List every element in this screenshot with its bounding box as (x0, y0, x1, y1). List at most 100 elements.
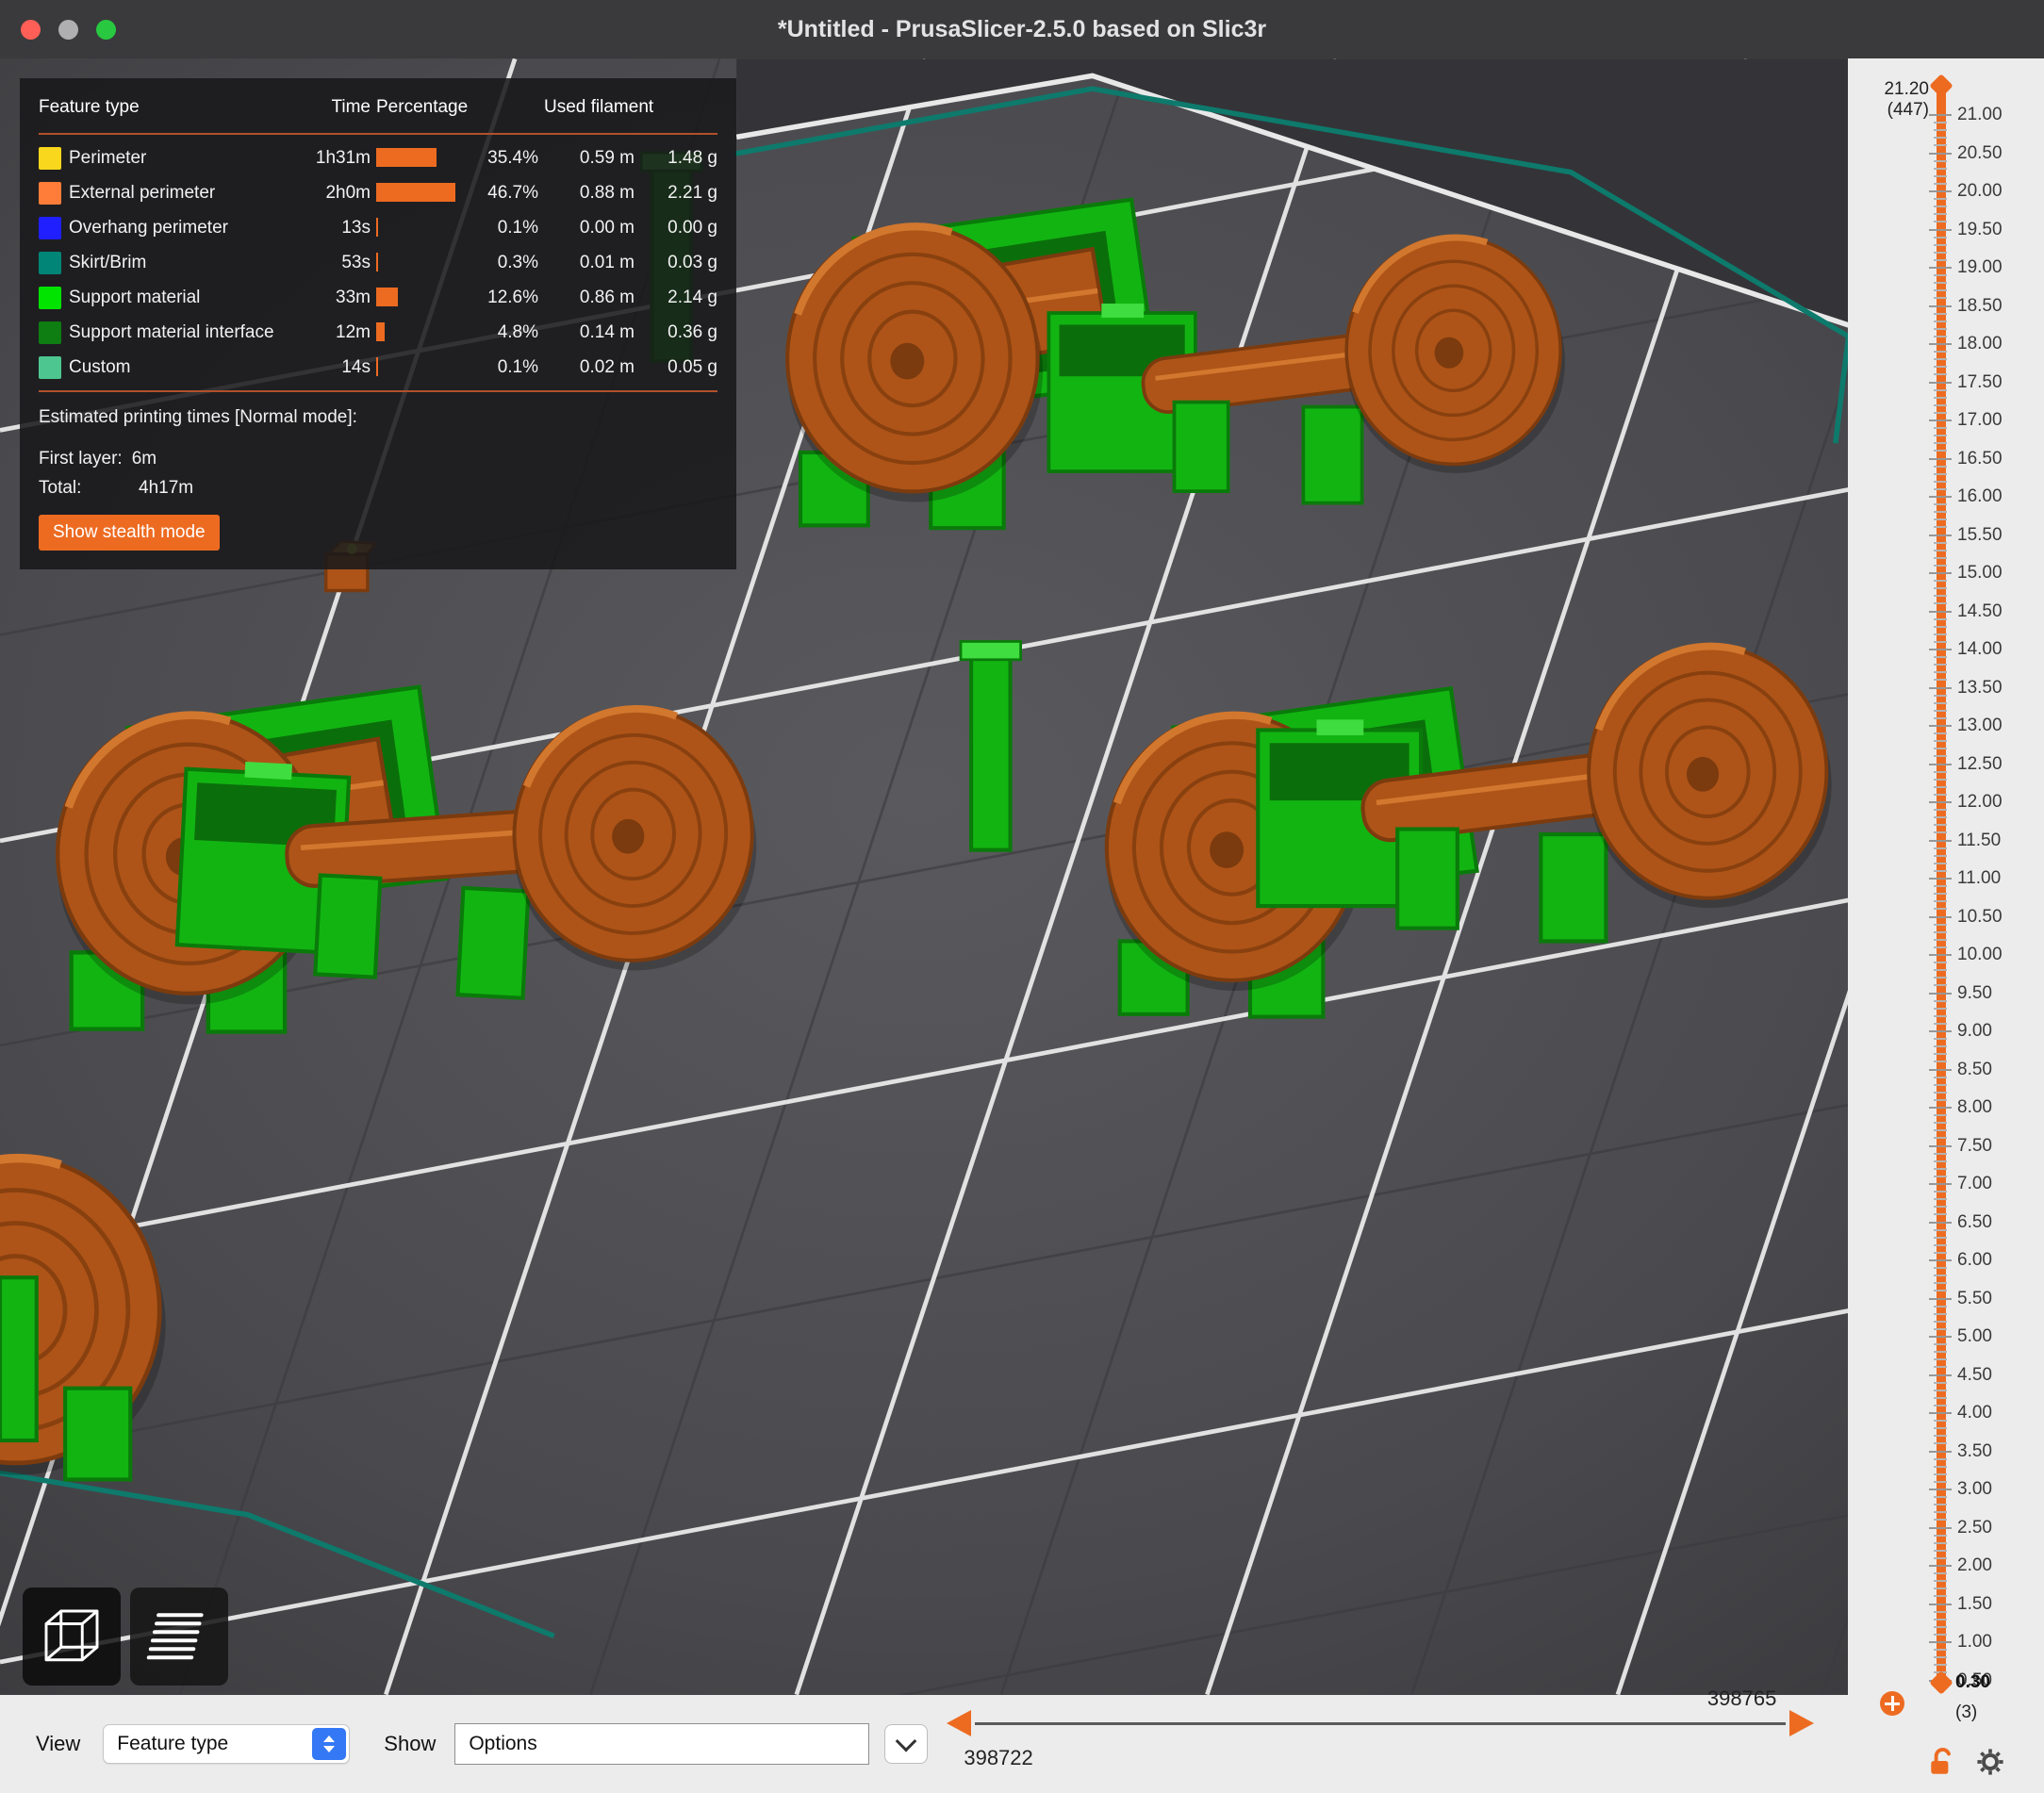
layer-tick-label: 2.00 (1957, 1555, 1992, 1575)
feature-type-label: Support material (69, 287, 201, 307)
gcode-3d-viewport[interactable]: Feature type Time Percentage Used filame… (0, 58, 1848, 1695)
layer-tick-minor (1934, 1618, 1947, 1620)
move-slider-track[interactable] (975, 1722, 1787, 1725)
layer-tick-label: 12.50 (1957, 753, 2003, 774)
layer-tick-minor (1934, 1381, 1947, 1384)
layer-tick-major (1929, 381, 1952, 384)
layer-tick-minor (1934, 1389, 1947, 1391)
layer-tick-major (1929, 534, 1952, 536)
layer-tick-minor (1934, 716, 1947, 719)
layer-tick-minor (1934, 1396, 1947, 1399)
show-options-expand-button[interactable] (884, 1724, 929, 1764)
legend-row[interactable]: Support material 33m 12.6% 0.86 m 2.14 g (39, 280, 717, 315)
view-type-dropdown[interactable]: Feature type (103, 1724, 351, 1764)
legend-row[interactable]: Support material interface 12m 4.8% 0.14 m 0… (39, 315, 717, 350)
layer-tick-label: 8.00 (1957, 1097, 1992, 1117)
layer-tick-minor (1934, 282, 1947, 285)
layer-tick-minor (1934, 1282, 1947, 1285)
layer-tick-minor (1934, 1083, 1947, 1086)
layer-tick-major (1929, 1374, 1952, 1376)
layer-tick-minor (1934, 1549, 1947, 1552)
layer-tick-minor (1934, 511, 1947, 514)
layer-tick-minor (1934, 403, 1947, 406)
layer-tick-minor (1934, 174, 1947, 177)
layer-tick-minor (1934, 251, 1947, 254)
layer-tick-minor (1934, 1327, 1947, 1330)
layer-tick-major (1929, 954, 1952, 956)
legend-row[interactable]: Perimeter 1h31m 35.4% 0.59 m 1.48 g (39, 140, 717, 175)
layers-view-button[interactable] (130, 1587, 228, 1686)
layer-tick-minor (1934, 1496, 1947, 1499)
layer-tick-label: 3.50 (1957, 1440, 1992, 1461)
bottom-layer-count: (3) (1955, 1703, 1978, 1722)
layer-tick-major (1929, 152, 1952, 155)
layer-tick-minor (1934, 831, 1947, 834)
layer-tick-minor (1934, 809, 1947, 812)
legend-row[interactable]: External perimeter 2h0m 46.7% 0.88 m 2.21 g (39, 175, 717, 210)
layer-tick-minor (1934, 159, 1947, 162)
layer-tick-minor (1934, 1480, 1947, 1483)
layer-slider-lower-handle[interactable] (1929, 1670, 1953, 1695)
legend-row[interactable]: Custom 14s 0.1% 0.02 m 0.05 g (39, 350, 717, 385)
move-slider-max-value: 398765 (1706, 1686, 1777, 1710)
layer-tick-minor (1934, 1198, 1947, 1201)
layer-tick-minor (1934, 427, 1947, 430)
show-stealth-mode-button[interactable]: Show stealth mode (39, 515, 220, 551)
total-time-row: Total: 4h17m (39, 473, 717, 503)
bottom-layer-height-value: 0.30 (1955, 1672, 1990, 1692)
layer-tick-minor (1934, 1152, 1947, 1155)
layer-tick-minor (1934, 732, 1947, 735)
feature-color-swatch (39, 321, 61, 344)
layer-tick-minor (1934, 1312, 1947, 1315)
show-options-combobox[interactable]: Options (454, 1723, 870, 1765)
close-window-icon[interactable] (21, 19, 41, 40)
layer-tick-major (1929, 572, 1952, 574)
feature-percentage: 0.1% (497, 217, 538, 238)
move-slider-right-arrow-icon[interactable] (1789, 1710, 1815, 1736)
feature-filament-length: 0.86 m (579, 287, 635, 307)
layer-tick-minor (1934, 1427, 1947, 1430)
unlocked-padlock-icon[interactable] (1927, 1746, 1957, 1778)
layer-tick-major (1929, 457, 1952, 460)
layer-tick-label: 19.50 (1957, 219, 2003, 239)
add-color-change-icon[interactable] (1880, 1691, 1904, 1716)
layer-tick-minor (1934, 258, 1947, 261)
feature-filament-weight: 2.14 g (668, 287, 717, 307)
layer-tick-minor (1934, 327, 1947, 330)
layer-tick-label: 14.50 (1957, 600, 2003, 621)
traffic-lights (21, 0, 116, 58)
layer-tick-minor (1934, 1228, 1947, 1231)
move-slider-left-arrow-icon[interactable] (947, 1710, 972, 1736)
layer-tick-label: 10.50 (1957, 906, 2003, 927)
feature-time: 14s (341, 356, 371, 377)
3d-view-button[interactable] (23, 1587, 121, 1686)
layer-tick-label: 15.50 (1957, 524, 2003, 545)
horizontal-move-slider[interactable]: 398765 398722 (947, 1686, 1815, 1793)
layer-tick-minor (1934, 679, 1947, 682)
feature-filament-weight: 1.48 g (668, 147, 717, 168)
layer-tick-label: 16.00 (1957, 486, 2003, 506)
layer-slider-upper-handle[interactable] (1929, 74, 1953, 98)
layer-tick-major (1929, 878, 1952, 880)
layer-tick-label: 7.00 (1957, 1174, 1992, 1193)
feature-filament-length: 0.14 m (579, 321, 635, 342)
layer-tick-label: 21.00 (1957, 105, 2003, 124)
layer-tick-minor (1934, 526, 1947, 529)
legend-row[interactable]: Skirt/Brim 53s 0.3% 0.01 m 0.03 g (39, 245, 717, 280)
layer-tick-major (1929, 763, 1952, 765)
legend-row[interactable]: Overhang perimeter 13s 0.1% 0.00 m 0.00 g (39, 210, 717, 245)
layer-tick-minor (1934, 1045, 1947, 1048)
layer-tick-minor (1934, 411, 1947, 414)
layer-tick-major (1929, 1336, 1952, 1338)
minimize-window-icon[interactable] (58, 19, 78, 40)
layer-tick-major (1929, 839, 1952, 842)
layer-tick-minor (1934, 122, 1947, 124)
layer-tick-minor (1934, 1122, 1947, 1125)
layer-tick-minor (1934, 656, 1947, 659)
zoom-window-icon[interactable] (96, 19, 116, 40)
layer-tick-label: 3.00 (1957, 1479, 1992, 1499)
layer-tick-minor (1934, 1091, 1947, 1094)
total-time-label: Total: (39, 478, 82, 498)
layer-tick-label: 18.00 (1957, 334, 2003, 354)
gear-icon[interactable] (1974, 1746, 2006, 1778)
